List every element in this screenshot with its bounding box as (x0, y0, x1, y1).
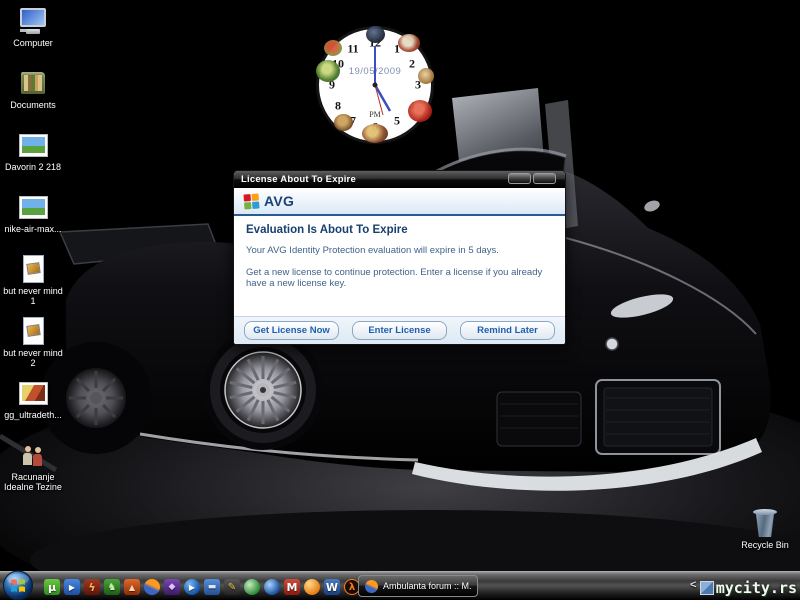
start-button[interactable] (2, 570, 34, 600)
car-grille-small (496, 391, 582, 447)
tray-expand-chevron[interactable]: < (690, 579, 696, 591)
clock-hands (372, 46, 392, 116)
miranda-icon[interactable]: M (284, 579, 300, 595)
word-icon[interactable]: W (324, 579, 340, 595)
recycle-bin-icon (749, 508, 781, 538)
taskbar: µ ▶ ϟ ♞ ▲ ◆ ▶ ▬ ✎ M Wλ Ambulanta forum :: M... < (0, 570, 800, 600)
desktop: Computer Documents Davorin 2 218 nike-ai… (0, 0, 800, 600)
desktop-icon-graphic (17, 130, 49, 160)
get-license-now-button[interactable]: Get License Now (244, 321, 339, 340)
enter-license-button[interactable]: Enter License (352, 321, 447, 340)
desktop-icon-label: Computer (13, 38, 53, 48)
desktop-icon-gg-ultradeth[interactable]: gg_ultradeth... (0, 378, 66, 436)
dialog-content: Evaluation Is About To Expire Your AVG I… (234, 216, 565, 299)
dialog-close-button[interactable] (533, 173, 556, 184)
dialog-body-line1: Your AVG Identity Protection evaluation … (246, 245, 499, 256)
blue-globe-icon[interactable] (264, 579, 280, 595)
desktop-icon-label: Documents (10, 100, 56, 110)
desktop-icon-graphic (17, 192, 49, 222)
utorrent-icon[interactable]: µ (44, 579, 60, 595)
desktop-icon-column: Computer Documents Davorin 2 218 nike-ai… (0, 6, 66, 498)
desktop-icon-label: Racunanje Idealne Tezine (4, 472, 62, 492)
green-creature-icon[interactable]: ♞ (104, 579, 120, 595)
avg-logo-text: AVG (264, 193, 295, 209)
desktop-icon-graphic (17, 6, 49, 36)
winamp-icon[interactable]: ϟ (84, 579, 100, 595)
desktop-icon-label: Davorin 2 218 (4, 162, 62, 172)
desktop-icon-graphic (17, 378, 49, 408)
taskbar-window-label: Ambulanta forum :: M... (383, 581, 471, 591)
remind-later-button[interactable]: Remind Later (460, 321, 555, 340)
avg-brand-band: AVG (234, 188, 565, 216)
taskbar-window-button[interactable]: Ambulanta forum :: M... (358, 575, 478, 597)
dialog-heading: Evaluation Is About To Expire (246, 224, 408, 236)
quick-launch-bar: µ ▶ ϟ ♞ ▲ ◆ ▶ ▬ ✎ M Wλ (44, 579, 360, 595)
dialog-button-bar: Get License Now Enter License Remind Later (234, 316, 565, 344)
desktop-icon-computer[interactable]: Computer (0, 6, 66, 64)
desktop-icon-label: nike-air-max... (4, 224, 62, 234)
desktop-icon-racunanje-idealne-tezine[interactable]: Racunanje Idealne Tezine (0, 440, 66, 498)
desktop-icon-label: gg_ultradeth... (4, 410, 62, 420)
blue-media-player-icon[interactable]: ▶ (184, 579, 200, 595)
watermark: mycity.rs (699, 579, 797, 597)
flame-app-icon[interactable]: ▲ (124, 579, 140, 595)
desktop-icon-label: Recycle Bin (741, 540, 789, 550)
desktop-icon-but-never-mind-1[interactable]: but never mind 1 (0, 254, 66, 312)
desktop-icon-nike-air-max[interactable]: nike-air-max... (0, 192, 66, 250)
gom-player-icon[interactable]: ◆ (164, 579, 180, 595)
avg-logo-icon (243, 192, 260, 210)
dialog-title-bar[interactable]: License About To Expire (234, 171, 565, 188)
monitor-app-icon[interactable]: ▬ (204, 579, 220, 595)
desktop-icon-graphic (17, 254, 49, 284)
car-front-wheel (203, 330, 323, 450)
green-globe-icon[interactable] (244, 579, 260, 595)
watermark-icon (699, 581, 714, 595)
desktop-icon-graphic (17, 68, 49, 98)
desktop-icon-recycle-bin[interactable]: Recycle Bin (732, 508, 798, 566)
desktop-icon-graphic (17, 316, 49, 346)
avg-license-dialog: License About To Expire AVG Evaluation I… (233, 170, 566, 345)
desktop-icon-graphic (17, 440, 49, 470)
media-player-classic-icon[interactable]: ▶ (64, 579, 80, 595)
dialog-body-line2: Get a new license to continue protection… (246, 266, 543, 290)
desktop-icon-documents[interactable]: Documents (0, 68, 66, 126)
clock-gadget[interactable]: 121234567891011 19/05/2009 PM (316, 26, 434, 144)
orange-ball-icon[interactable] (304, 579, 320, 595)
firefox-icon (365, 579, 378, 593)
car-hood-badge (605, 337, 619, 351)
desktop-icon-label: but never mind 2 (3, 348, 63, 368)
firefox-icon[interactable] (144, 579, 160, 595)
desktop-icon-label: but never mind 1 (3, 286, 63, 306)
desktop-icon-but-never-mind-2[interactable]: but never mind 2 (0, 316, 66, 374)
dialog-minimize-button[interactable] (508, 173, 531, 184)
dialog-title: License About To Expire (241, 174, 356, 185)
desktop-icon-davorin-2-218[interactable]: Davorin 2 218 (0, 130, 66, 188)
watermark-text: mycity.rs (715, 579, 797, 597)
paint-brush-icon[interactable]: ✎ (224, 579, 240, 595)
